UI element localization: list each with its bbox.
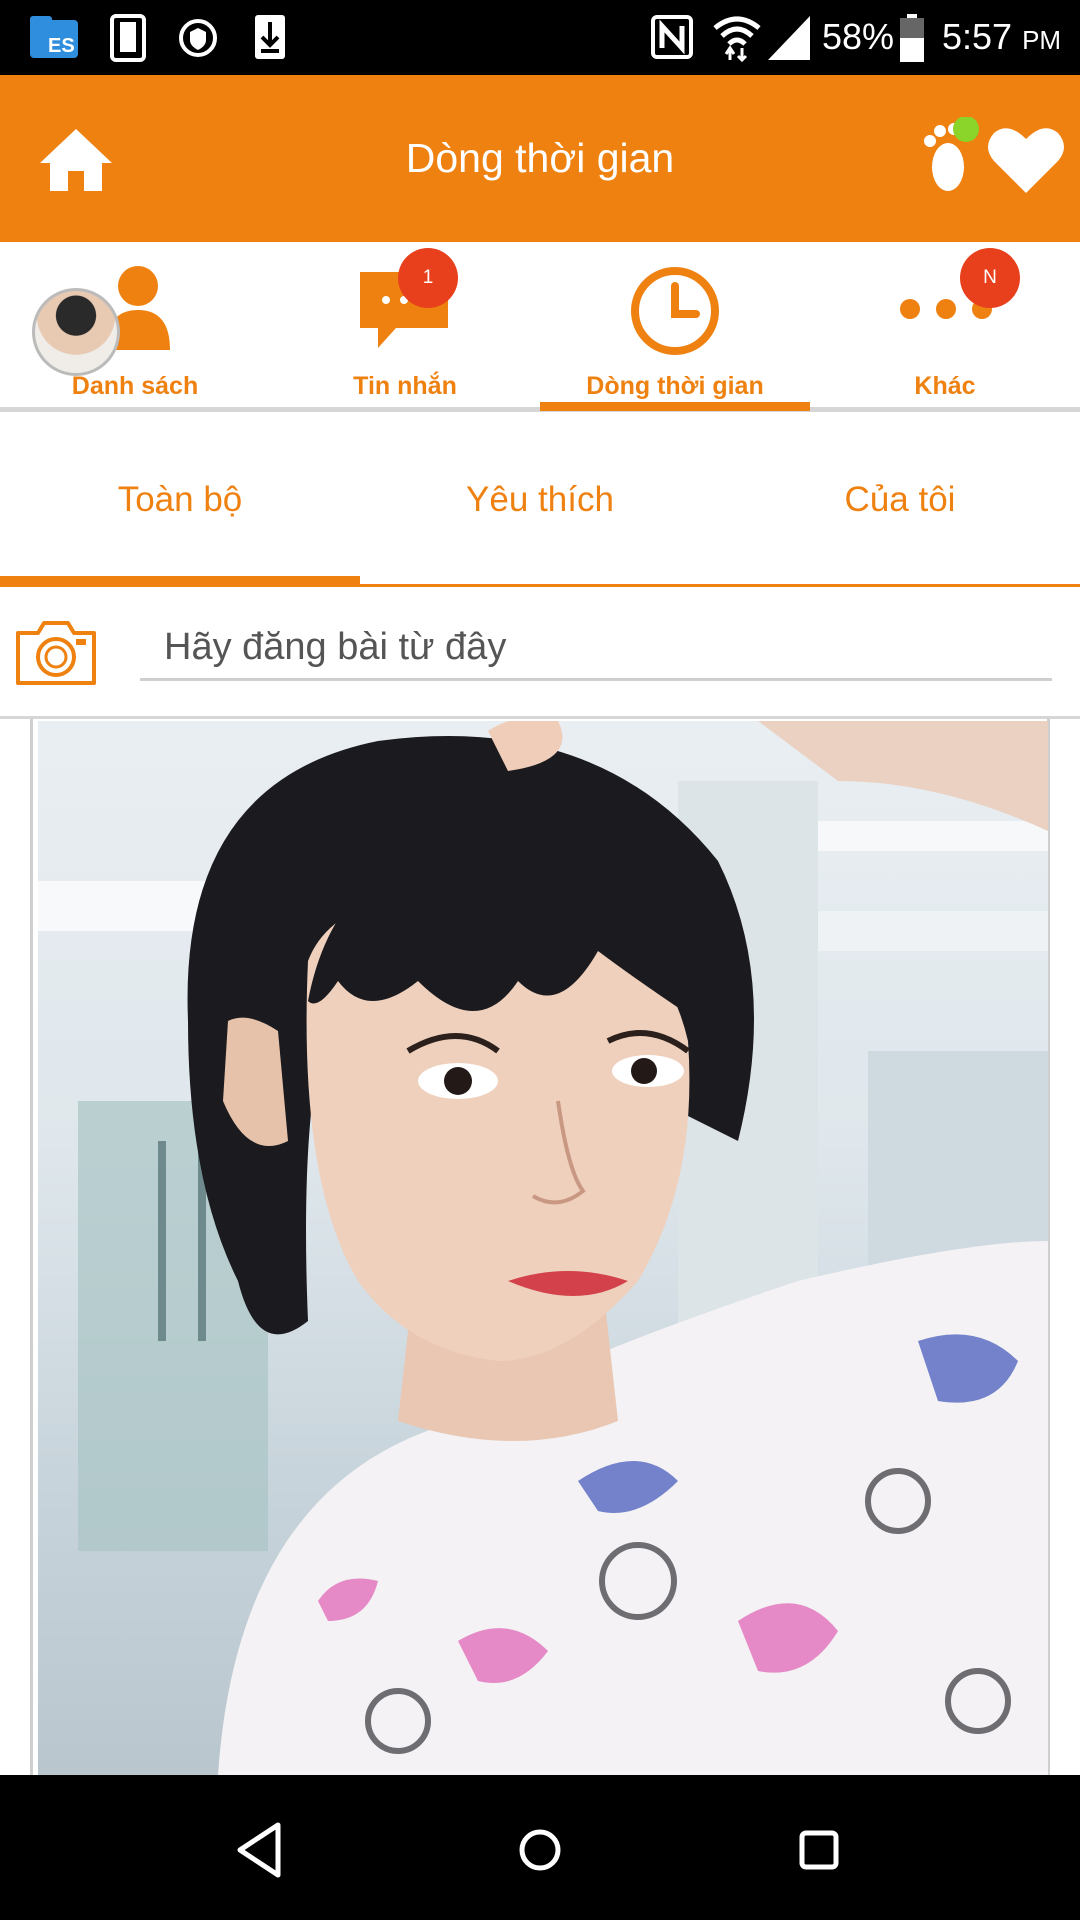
- timeline-filter-tabs: Toàn bộ Yêu thích Của tôi: [0, 412, 1080, 587]
- tab-label: Tin nhắn: [353, 372, 457, 400]
- tab-label: Khác: [914, 372, 976, 400]
- new-badge: N: [960, 248, 1020, 308]
- file-manager-icon: ES: [30, 16, 78, 58]
- phone-icon: [110, 14, 146, 62]
- compose-bar: [0, 587, 1080, 719]
- nfc-icon: [651, 15, 693, 59]
- signal-icon: [768, 16, 810, 60]
- battery-icon: [900, 14, 924, 62]
- tab-yeu-thich[interactable]: Yêu thích: [360, 412, 720, 584]
- active-tab-indicator: [540, 402, 810, 411]
- post-input[interactable]: [140, 617, 1052, 681]
- ampm: PM: [1022, 25, 1062, 55]
- home-circle-icon[interactable]: [505, 1815, 575, 1885]
- footprint-icon[interactable]: [918, 117, 982, 197]
- back-icon[interactable]: [226, 1815, 296, 1885]
- main-nav-tabs: Danh sách 1 Tin nhắn Dòng thời gian N Kh…: [0, 242, 1080, 412]
- tab-label: Dòng thời gian: [586, 372, 764, 400]
- battery-percent: 58%: [822, 16, 895, 57]
- wifi-icon: [713, 16, 761, 62]
- recents-icon[interactable]: [784, 1815, 854, 1885]
- photo-illustration: [38, 721, 1048, 1775]
- timeline-post-card[interactable]: [30, 719, 1050, 1775]
- vpn-shield-icon: [179, 19, 217, 57]
- unread-badge: 1: [398, 248, 458, 308]
- tab-toan-bo[interactable]: Toàn bộ: [0, 412, 360, 584]
- tab-danh-sach[interactable]: Danh sách: [0, 242, 270, 412]
- post-photo[interactable]: [38, 721, 1048, 1775]
- avatar: [32, 288, 120, 376]
- clock: 5:57 PM: [942, 16, 1061, 58]
- tab-cua-toi[interactable]: Của tôi: [720, 412, 1080, 584]
- download-icon: [255, 15, 285, 59]
- heart-icon[interactable]: [986, 123, 1066, 195]
- status-bar: ES 58% 5:57 PM: [0, 0, 1080, 75]
- tab-tin-nhan[interactable]: 1 Tin nhắn: [270, 242, 540, 412]
- filter-active-indicator: [0, 576, 360, 586]
- clock-icon: [631, 267, 719, 355]
- time: 5:57: [942, 16, 1013, 57]
- tab-khac[interactable]: N Khác: [810, 242, 1080, 412]
- camera-icon[interactable]: [14, 619, 98, 687]
- tab-dong-thoi-gian[interactable]: Dòng thời gian: [540, 242, 810, 412]
- system-navigation-bar: [0, 1775, 1080, 1920]
- svg-text:ES: ES: [48, 35, 75, 57]
- tab-label: Danh sách: [71, 372, 199, 400]
- app-bar: Dòng thời gian: [0, 75, 1080, 242]
